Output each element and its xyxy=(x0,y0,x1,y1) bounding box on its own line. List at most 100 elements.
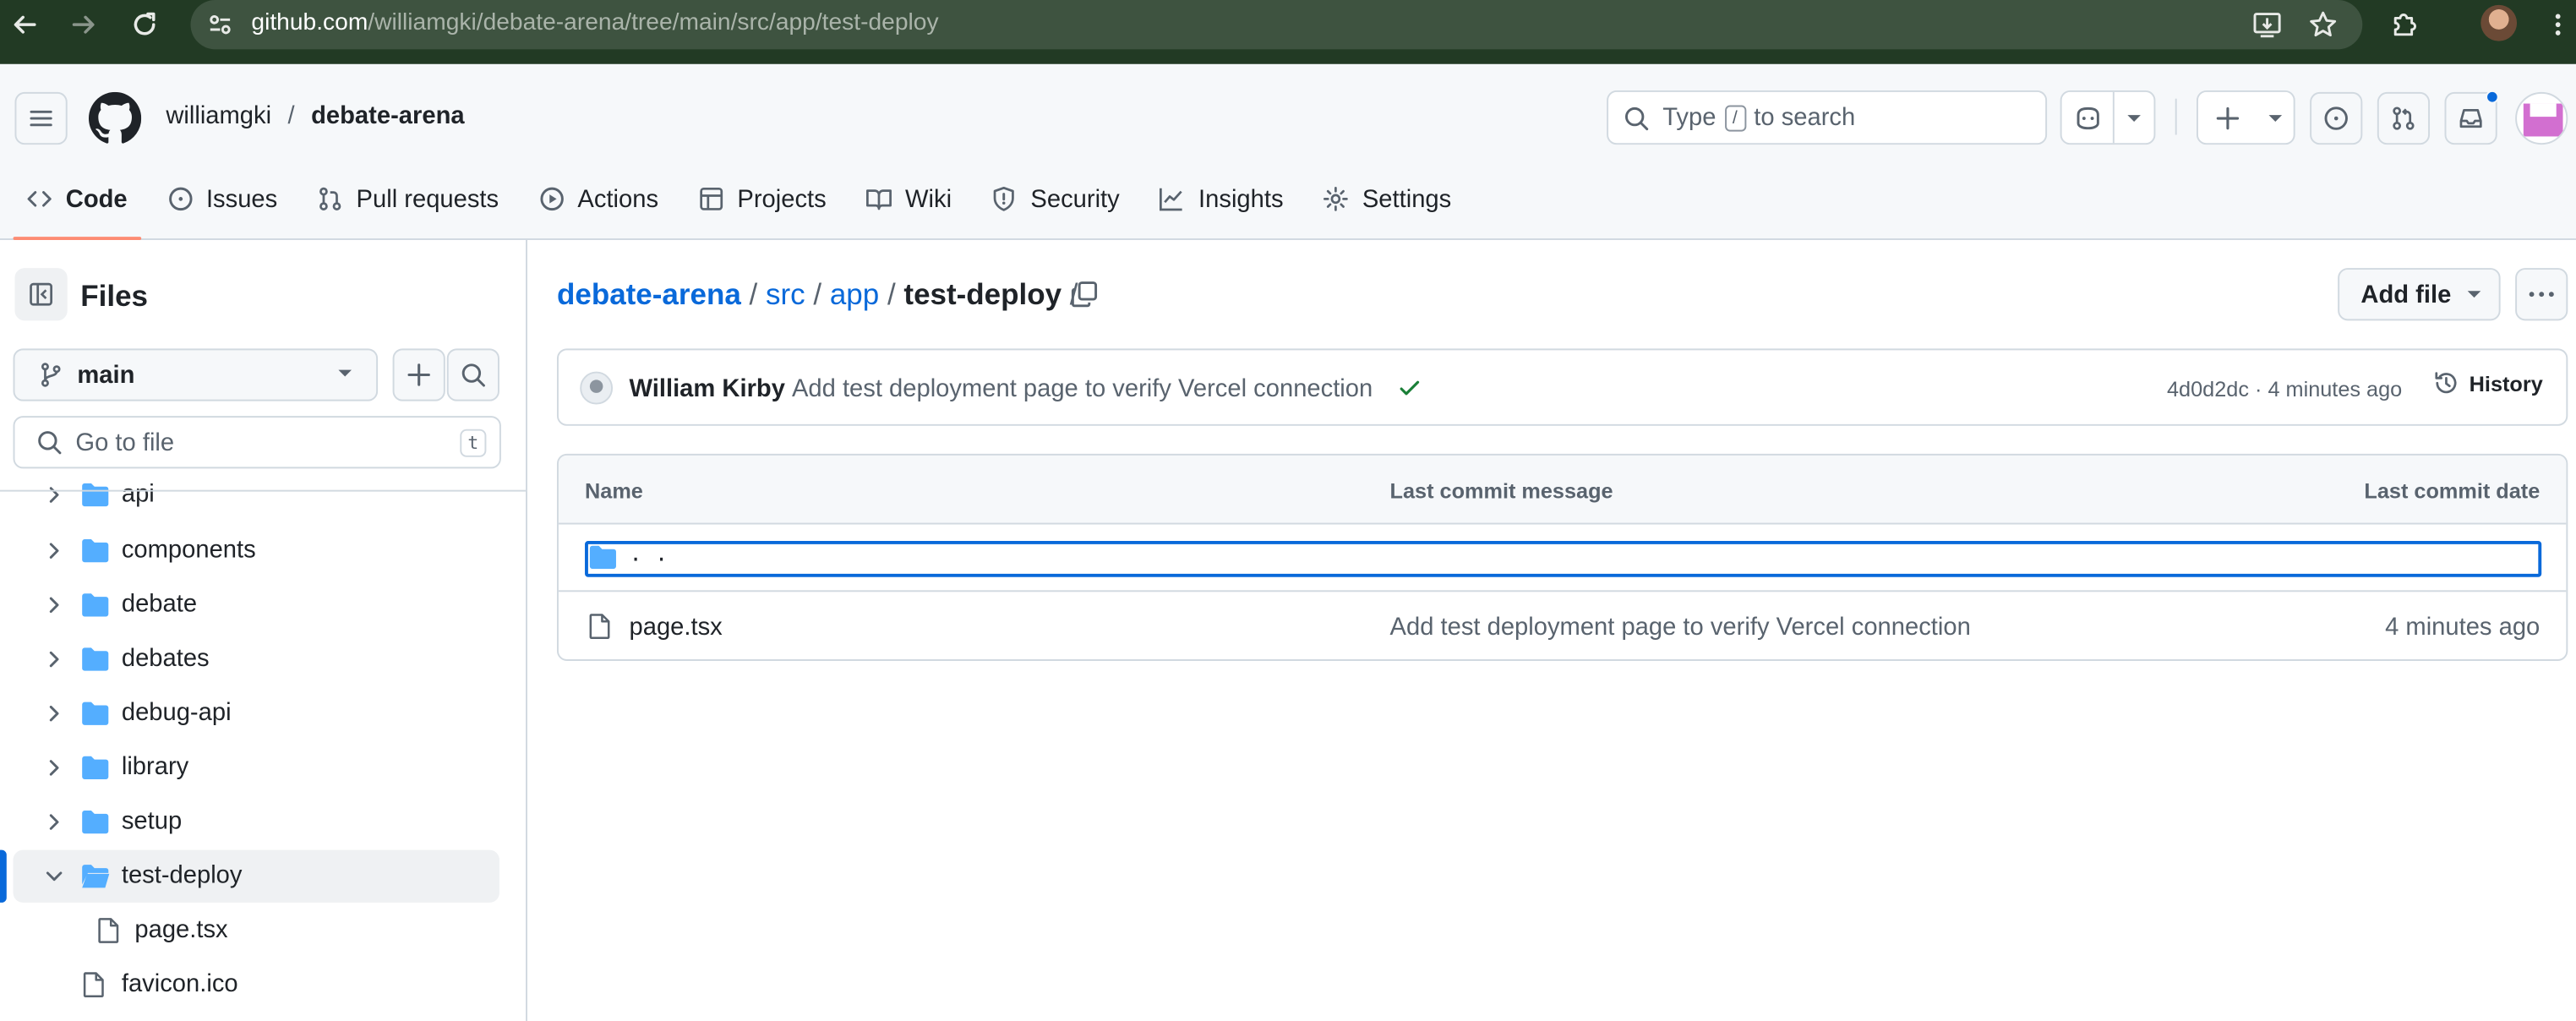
parent-directory-link[interactable]: . . xyxy=(630,543,669,567)
tree-item-library[interactable]: library xyxy=(14,741,499,794)
tree-item-debug-api[interactable]: debug-api xyxy=(14,687,499,740)
breadcrumb-separator: / xyxy=(749,277,758,311)
copy-path-button[interactable] xyxy=(1065,275,1105,314)
breadcrumb-separator: / xyxy=(813,277,822,311)
browser-menu-icon[interactable] xyxy=(2540,7,2576,43)
tab-code[interactable]: Code xyxy=(13,169,141,240)
chevron-right-icon xyxy=(43,811,66,833)
go-to-file-input[interactable]: Go to file t xyxy=(13,416,501,469)
tree-item-label: test-deploy xyxy=(121,861,243,890)
user-avatar[interactable] xyxy=(2515,91,2568,145)
add-file-tree-button[interactable] xyxy=(392,348,445,401)
chevron-down-icon[interactable] xyxy=(2115,92,2154,143)
tree-item-debate[interactable]: debate xyxy=(14,579,499,631)
repo-tabs: Code Issues Pull requests Actions Projec… xyxy=(0,169,1465,240)
commit-meta: 4d0d2dc · 4 minutes ago xyxy=(2167,376,2403,401)
tree-item-label: debate xyxy=(121,590,198,619)
search-prefix: Type xyxy=(1662,103,1716,132)
tree-item-setup[interactable]: setup xyxy=(14,795,499,848)
notification-indicator xyxy=(2486,90,2499,104)
address-bar[interactable]: github.com/williamgki/debate-arena/tree/… xyxy=(190,0,2363,50)
tab-code-label: Code xyxy=(65,184,128,213)
parent-directory-row[interactable]: . . xyxy=(558,525,2567,592)
file-commit-message-link[interactable]: Add test deployment page to verify Verce… xyxy=(1390,614,1971,642)
tab-pull-requests[interactable]: Pull requests xyxy=(303,169,511,228)
breadcrumb-src-link[interactable]: src xyxy=(766,278,805,313)
git-pull-request-icon xyxy=(2393,106,2415,130)
collapse-sidebar-button[interactable] xyxy=(14,268,68,321)
go-to-file-shortcut: t xyxy=(460,429,487,457)
sidebar-divider xyxy=(0,489,527,492)
branch-selector[interactable]: main xyxy=(13,348,379,401)
tab-security[interactable]: Security xyxy=(978,169,1132,228)
search-icon xyxy=(1625,106,1649,130)
tree-item-test-deploy[interactable]: test-deploy xyxy=(13,849,499,903)
chevron-right-icon xyxy=(43,647,66,670)
tree-item-label: components xyxy=(121,536,256,565)
tree-item-components[interactable]: components xyxy=(14,525,499,577)
forward-arrow-icon[interactable] xyxy=(66,7,102,43)
check-icon[interactable] xyxy=(1398,376,1421,399)
selected-item-indicator xyxy=(0,849,7,903)
commit-message[interactable]: Add test deployment page to verify Verce… xyxy=(792,375,1373,403)
repo-name-link[interactable]: debate-arena xyxy=(311,102,465,130)
copilot-button[interactable] xyxy=(2060,90,2156,145)
tab-projects[interactable]: Projects xyxy=(685,169,839,228)
global-search-input[interactable]: Type / to search xyxy=(1607,90,2048,145)
sidebar-collapse-icon xyxy=(30,282,53,306)
search-shortcut-key: / xyxy=(1724,104,1746,131)
author-avatar[interactable] xyxy=(580,371,614,405)
tree-item-favicon[interactable]: favicon.ico xyxy=(14,958,499,1011)
search-files-button[interactable] xyxy=(446,348,499,401)
tab-insights-label: Insights xyxy=(1198,184,1284,213)
repo-owner-link[interactable]: williamgki xyxy=(166,102,271,130)
back-arrow-icon[interactable] xyxy=(7,7,43,43)
chevron-down-icon[interactable] xyxy=(2257,92,2294,143)
table-icon xyxy=(698,186,724,212)
focus-ring xyxy=(585,540,2542,577)
bookmark-star-icon[interactable] xyxy=(2308,10,2338,40)
file-name-link[interactable]: page.tsx xyxy=(630,614,723,642)
hamburger-icon xyxy=(30,110,52,127)
folder-open-icon xyxy=(80,863,110,889)
tab-security-label: Security xyxy=(1030,184,1120,213)
tree-item-page-tsx[interactable]: page.tsx xyxy=(14,904,499,957)
browser-profile-avatar[interactable] xyxy=(2480,4,2518,41)
create-new-button[interactable] xyxy=(2196,90,2295,145)
chevron-down-icon xyxy=(43,865,66,887)
install-app-icon[interactable] xyxy=(2252,10,2282,40)
tab-issues[interactable]: Issues xyxy=(154,169,291,228)
tab-settings[interactable]: Settings xyxy=(1310,169,1465,228)
tab-insights[interactable]: Insights xyxy=(1146,169,1296,228)
file-commit-date: 4 minutes ago xyxy=(2385,613,2541,642)
chevron-down-icon xyxy=(336,369,352,379)
tab-issues-label: Issues xyxy=(205,184,278,213)
tab-wiki[interactable]: Wiki xyxy=(853,169,965,228)
commit-sha[interactable]: 4d0d2dc xyxy=(2167,376,2249,401)
reload-icon[interactable] xyxy=(127,7,163,43)
copy-icon xyxy=(1071,281,1098,308)
tab-settings-label: Settings xyxy=(1362,184,1452,213)
plus-icon[interactable] xyxy=(2198,92,2257,143)
commit-author[interactable]: William Kirby xyxy=(630,375,785,403)
tree-item-api[interactable]: api xyxy=(14,468,499,521)
search-icon xyxy=(461,363,485,387)
global-menu-button[interactable] xyxy=(14,91,68,145)
github-logo-icon[interactable] xyxy=(88,91,142,145)
copilot-icon[interactable] xyxy=(2062,92,2114,143)
breadcrumb-repo-link[interactable]: debate-arena xyxy=(557,278,741,313)
file-icon xyxy=(588,614,611,640)
add-file-button[interactable]: Add file xyxy=(2338,268,2501,321)
tree-item-label: api xyxy=(121,479,155,509)
more-options-button[interactable] xyxy=(2515,268,2568,321)
breadcrumb-app-link[interactable]: app xyxy=(830,278,879,313)
extensions-icon[interactable] xyxy=(2387,7,2423,43)
play-icon xyxy=(538,186,565,212)
tab-actions[interactable]: Actions xyxy=(525,169,671,228)
tree-item-debates[interactable]: debates xyxy=(14,633,499,685)
site-settings-icon[interactable] xyxy=(207,12,233,38)
history-button[interactable]: History xyxy=(2433,370,2543,396)
plus-icon xyxy=(407,363,430,386)
issues-button[interactable] xyxy=(2310,91,2363,145)
pull-requests-button[interactable] xyxy=(2377,91,2431,145)
